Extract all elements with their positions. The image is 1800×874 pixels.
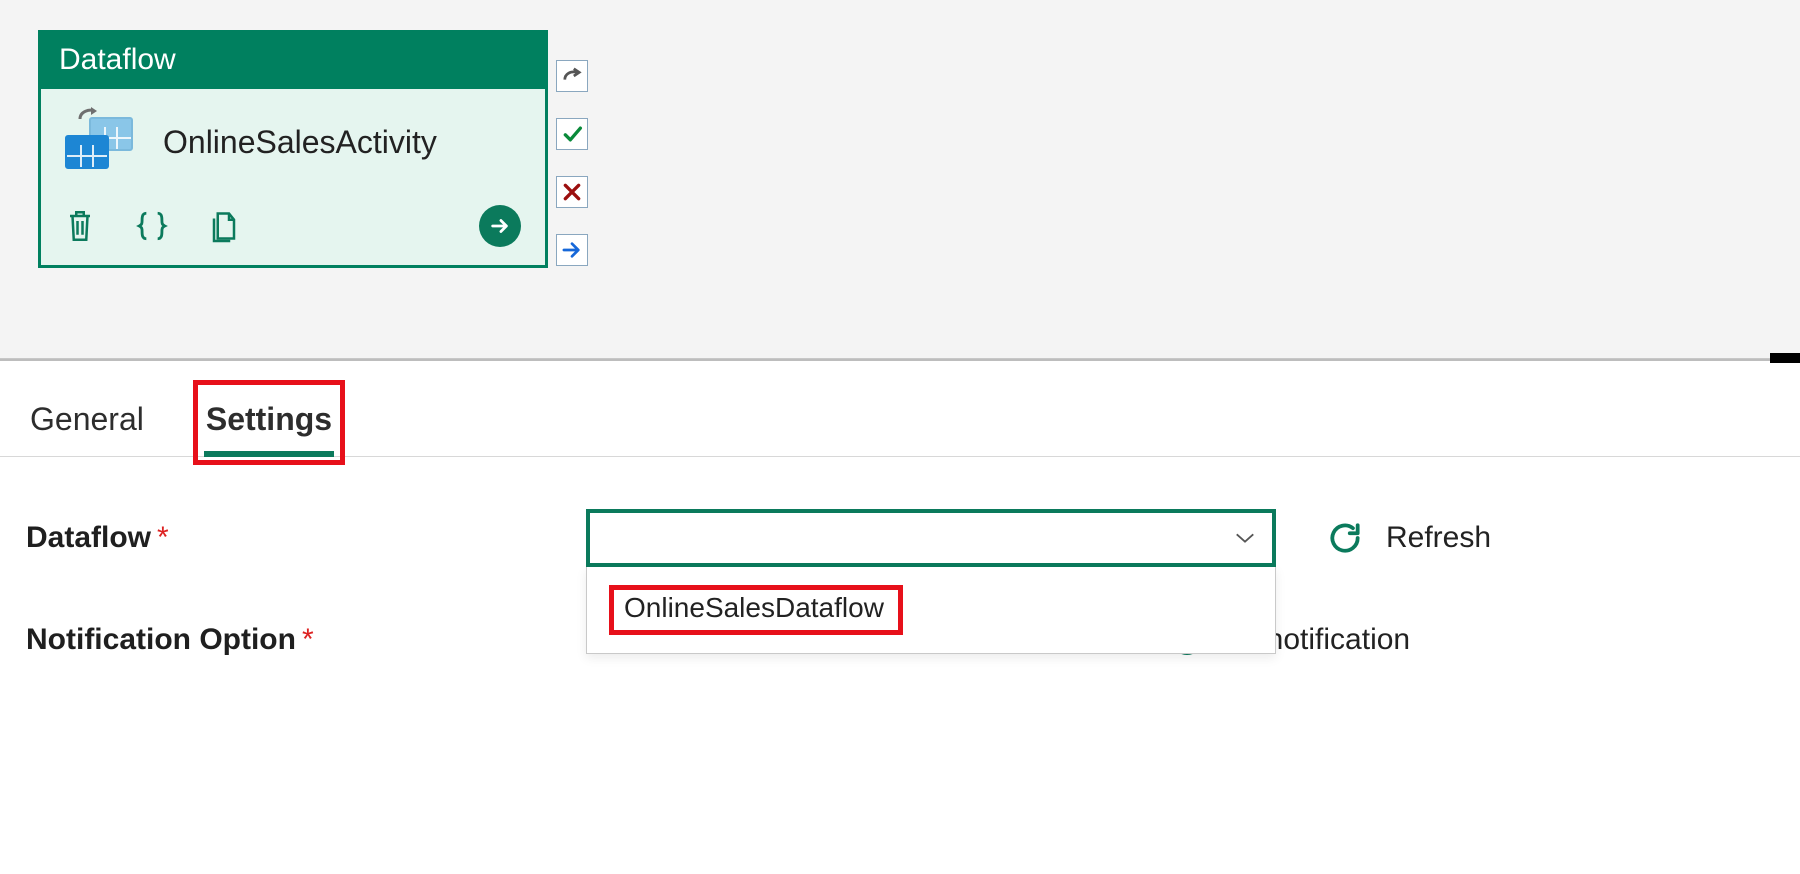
dataflow-select-wrap: OnlineSalesDataflow <box>586 509 1276 567</box>
activity-node-dataflow[interactable]: Dataflow OnlineSalesActivity <box>38 30 548 268</box>
activity-type-label: Dataflow <box>41 33 545 89</box>
pipeline-canvas[interactable]: Dataflow OnlineSalesActivity <box>0 0 1800 358</box>
panel-divider[interactable] <box>0 358 1800 361</box>
braces-button[interactable] <box>135 209 169 243</box>
activity-side-actions <box>556 60 588 266</box>
activity-body: OnlineSalesActivity <box>41 89 545 265</box>
row-dataflow: Dataflow* OnlineSalesDataflow Ref <box>26 509 1766 567</box>
skip-connector[interactable] <box>556 234 588 266</box>
proceed-button[interactable] <box>479 205 521 247</box>
chevron-down-icon <box>1234 531 1256 545</box>
copy-button[interactable] <box>209 208 239 244</box>
label-dataflow: Dataflow* <box>26 521 586 555</box>
settings-form: Dataflow* OnlineSalesDataflow Ref <box>0 457 1800 657</box>
success-connector[interactable] <box>556 118 588 150</box>
refresh-button[interactable] <box>1326 519 1364 557</box>
refresh-label: Refresh <box>1386 521 1491 555</box>
dataflow-icon <box>65 111 135 173</box>
dataflow-option-onlinesalesdataflow[interactable]: OnlineSalesDataflow <box>587 567 1275 653</box>
tab-general[interactable]: General <box>26 389 148 456</box>
panel-resize-handle[interactable] <box>1770 353 1800 363</box>
failure-connector[interactable] <box>556 176 588 208</box>
dataflow-dropdown: OnlineSalesDataflow <box>586 567 1276 654</box>
delete-button[interactable] <box>65 208 95 244</box>
refresh-group: Refresh <box>1326 519 1491 557</box>
activity-name: OnlineSalesActivity <box>163 124 437 161</box>
redo-connector[interactable] <box>556 60 588 92</box>
dataflow-select[interactable] <box>586 509 1276 567</box>
properties-tabs: General Settings <box>0 361 1800 457</box>
label-notification: Notification Option* <box>26 623 586 657</box>
tab-settings[interactable]: Settings <box>202 389 336 456</box>
